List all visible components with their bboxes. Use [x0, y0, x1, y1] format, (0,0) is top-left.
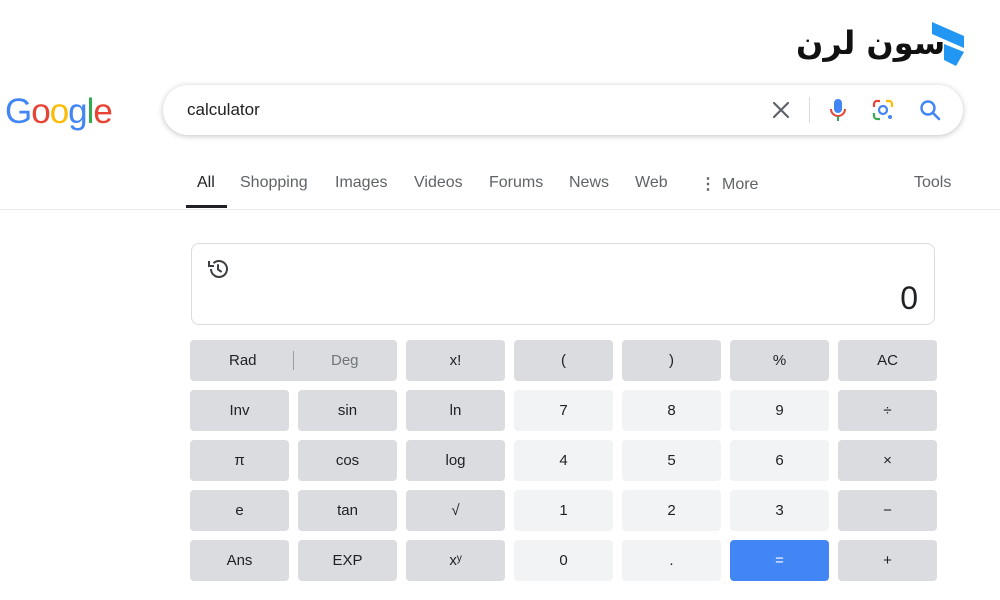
digit-1-button[interactable]: 1	[514, 490, 613, 531]
search-box[interactable]: calculator	[163, 85, 963, 135]
ans-button[interactable]: Ans	[190, 540, 289, 581]
digit-6-button[interactable]: 6	[730, 440, 829, 481]
equals-button[interactable]: =	[730, 540, 829, 581]
active-tab-indicator	[186, 205, 227, 208]
tab-web[interactable]: Web	[635, 174, 668, 192]
pi-button[interactable]: π	[190, 440, 289, 481]
search-tabs: All Shopping Images Videos Forums News W…	[0, 165, 1000, 210]
lens-icon[interactable]	[871, 98, 895, 122]
rad-deg-divider	[293, 351, 294, 370]
open-paren-button[interactable]: (	[514, 340, 613, 381]
add-button[interactable]: +	[838, 540, 937, 581]
tab-videos[interactable]: Videos	[414, 174, 463, 192]
logo-letter: o	[31, 92, 50, 131]
search-divider	[809, 97, 810, 123]
mic-icon[interactable]	[826, 98, 850, 122]
tab-tools[interactable]: Tools	[914, 174, 951, 192]
tab-more[interactable]: ⋮ More	[700, 174, 758, 194]
digit-3-button[interactable]: 3	[730, 490, 829, 531]
tan-button[interactable]: tan	[298, 490, 397, 531]
more-vert-icon: ⋮	[700, 176, 716, 193]
logo-letter: e	[93, 92, 112, 131]
tab-news[interactable]: News	[569, 174, 609, 192]
watermark-text: سون لرن	[796, 24, 946, 62]
close-icon[interactable]	[769, 98, 793, 122]
tab-more-label: More	[722, 176, 759, 193]
close-paren-button[interactable]: )	[622, 340, 721, 381]
rad-deg-toggle[interactable]: Rad Deg	[190, 340, 397, 381]
e-button[interactable]: e	[190, 490, 289, 531]
power-button[interactable]: xʸ	[406, 540, 505, 581]
factorial-button[interactable]: x!	[406, 340, 505, 381]
log-button[interactable]: log	[406, 440, 505, 481]
digit-5-button[interactable]: 5	[622, 440, 721, 481]
percent-button[interactable]: %	[730, 340, 829, 381]
history-icon[interactable]	[206, 257, 230, 286]
display-value: 0	[900, 280, 918, 316]
tab-forums[interactable]: Forums	[489, 174, 543, 192]
digit-7-button[interactable]: 7	[514, 390, 613, 431]
search-icon[interactable]	[918, 98, 942, 122]
all-clear-button[interactable]: AC	[838, 340, 937, 381]
multiply-button[interactable]: ×	[838, 440, 937, 481]
tab-shopping[interactable]: Shopping	[240, 174, 308, 192]
divide-button[interactable]: ÷	[838, 390, 937, 431]
subtract-button[interactable]: −	[838, 490, 937, 531]
sqrt-button[interactable]: √	[406, 490, 505, 531]
logo-letter: o	[49, 92, 69, 131]
search-input[interactable]: calculator	[187, 100, 260, 120]
calculator-display: 0	[191, 243, 935, 325]
decimal-point-button[interactable]: .	[622, 540, 721, 581]
watermark-mark-icon	[932, 22, 964, 66]
deg-option[interactable]: Deg	[331, 352, 359, 369]
digit-8-button[interactable]: 8	[622, 390, 721, 431]
exp-button[interactable]: EXP	[298, 540, 397, 581]
digit-2-button[interactable]: 2	[622, 490, 721, 531]
cos-button[interactable]: cos	[298, 440, 397, 481]
tab-images[interactable]: Images	[335, 174, 387, 192]
digit-9-button[interactable]: 9	[730, 390, 829, 431]
inv-button[interactable]: Inv	[190, 390, 289, 431]
digit-0-button[interactable]: 0	[514, 540, 613, 581]
logo-letter: G	[5, 92, 32, 131]
digit-4-button[interactable]: 4	[514, 440, 613, 481]
ln-button[interactable]: ln	[406, 390, 505, 431]
tab-all[interactable]: All	[197, 174, 215, 192]
rad-option[interactable]: Rad	[229, 352, 257, 369]
google-logo[interactable]: Google	[5, 92, 113, 132]
watermark-logo: سون لرن	[796, 20, 971, 68]
sin-button[interactable]: sin	[298, 390, 397, 431]
logo-letter: g	[68, 92, 87, 131]
